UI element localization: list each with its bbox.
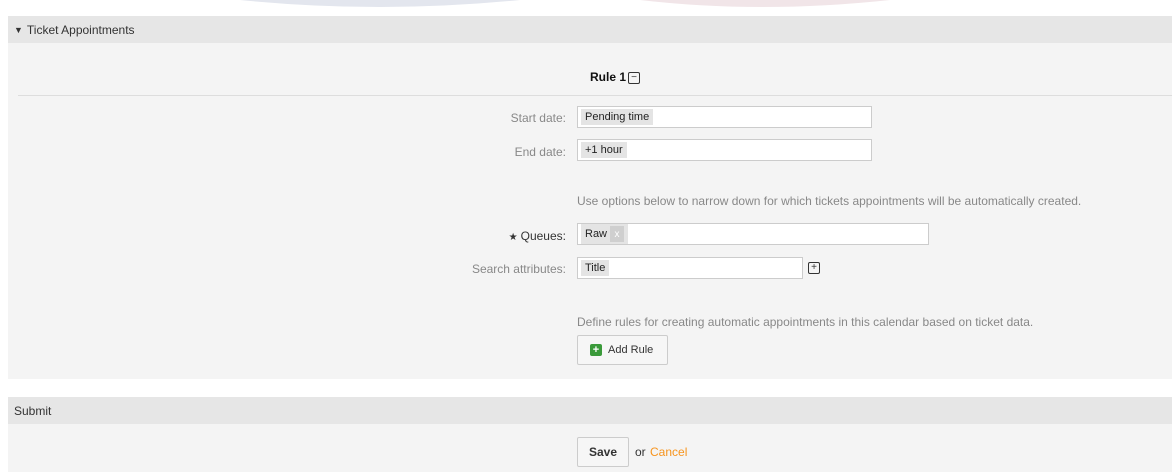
add-rule-label: Add Rule (608, 344, 654, 356)
queues-label-text: Queues: (520, 229, 566, 243)
remove-queue-icon[interactable]: x (610, 226, 625, 242)
queues-label: ★ Queues: (509, 229, 566, 243)
end-date-select[interactable]: +1 hour (577, 139, 872, 161)
end-date-value: +1 hour (581, 142, 627, 158)
queue-token-label: Raw (585, 228, 608, 240)
cancel-link[interactable]: Cancel (650, 445, 687, 459)
or-text: or (635, 445, 646, 459)
remove-rule-icon[interactable]: − (628, 72, 640, 84)
required-star-icon: ★ (508, 232, 518, 243)
add-search-attribute-icon[interactable]: + (808, 262, 820, 274)
top-decoration (240, 0, 890, 7)
queue-token: Raw x (581, 224, 629, 244)
end-date-label: End date: (514, 145, 566, 159)
collapse-triangle-icon[interactable]: ▼ (14, 25, 23, 35)
search-attribute-value: Title (581, 260, 610, 276)
narrow-help-text: Use options below to narrow down for whi… (577, 194, 1082, 208)
search-attributes-select[interactable]: Title (577, 257, 803, 279)
start-date-select[interactable]: Pending time (577, 106, 872, 128)
define-rules-help-text: Define rules for creating automatic appo… (577, 315, 1034, 329)
section-title: Ticket Appointments (26, 22, 135, 37)
rule-divider (18, 95, 1172, 96)
queues-select[interactable]: Raw x (577, 223, 929, 245)
start-date-value: Pending time (581, 109, 654, 125)
submit-header: Submit (8, 397, 1172, 424)
ticket-appointments-header[interactable]: ▼ Ticket Appointments (8, 16, 1172, 43)
add-rule-button[interactable]: + Add Rule (577, 335, 668, 365)
search-attributes-label: Search attributes: (471, 262, 566, 276)
save-button[interactable]: Save (577, 437, 629, 467)
plus-square-icon: + (590, 344, 602, 356)
start-date-label: Start date: (510, 111, 566, 125)
rule-title: Rule 1 (590, 70, 627, 84)
submit-title: Submit (14, 403, 52, 418)
